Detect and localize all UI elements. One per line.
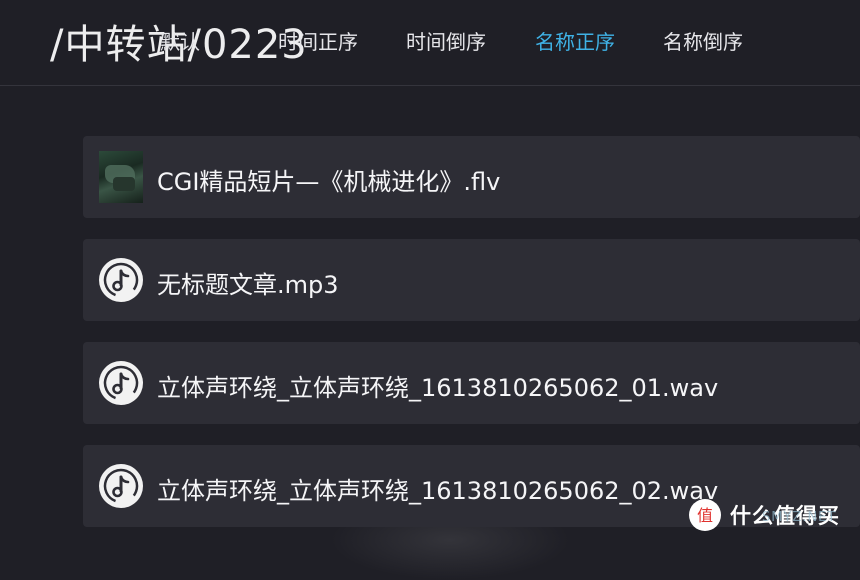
music-note-icon bbox=[99, 361, 143, 405]
file-row[interactable]: 无标题文章.mp3 bbox=[83, 239, 860, 321]
watermark-sub: SMYZ.NET bbox=[762, 510, 837, 525]
sort-option-name-asc[interactable]: 名称正序 bbox=[535, 26, 615, 55]
file-name: 无标题文章.mp3 bbox=[157, 271, 339, 299]
video-thumbnail bbox=[99, 151, 143, 203]
file-name: 立体声环绕_立体声环绕_1613810265062_02.wav bbox=[157, 477, 719, 505]
sort-option-default[interactable]: 默认 bbox=[160, 26, 200, 55]
sort-option-time-asc[interactable]: 时间正序 bbox=[278, 26, 358, 55]
file-row[interactable]: CGI精品短片—《机械进化》.flv bbox=[83, 136, 860, 218]
music-note-icon bbox=[99, 464, 143, 508]
music-note-icon bbox=[99, 258, 143, 302]
sort-option-time-desc[interactable]: 时间倒序 bbox=[406, 26, 486, 55]
file-name: CGI精品短片—《机械进化》.flv bbox=[157, 168, 501, 196]
logo-char: 值 bbox=[697, 506, 713, 525]
top-bar: /中转站/0223 默认 时间正序 时间倒序 名称正序 名称倒序 bbox=[0, 0, 860, 86]
file-name: 立体声环绕_立体声环绕_1613810265062_01.wav bbox=[157, 374, 719, 402]
file-row[interactable]: 立体声环绕_立体声环绕_1613810265062_01.wav bbox=[83, 342, 860, 424]
sort-option-name-desc[interactable]: 名称倒序 bbox=[663, 26, 743, 55]
smzdm-logo-icon: 值 bbox=[689, 499, 721, 531]
